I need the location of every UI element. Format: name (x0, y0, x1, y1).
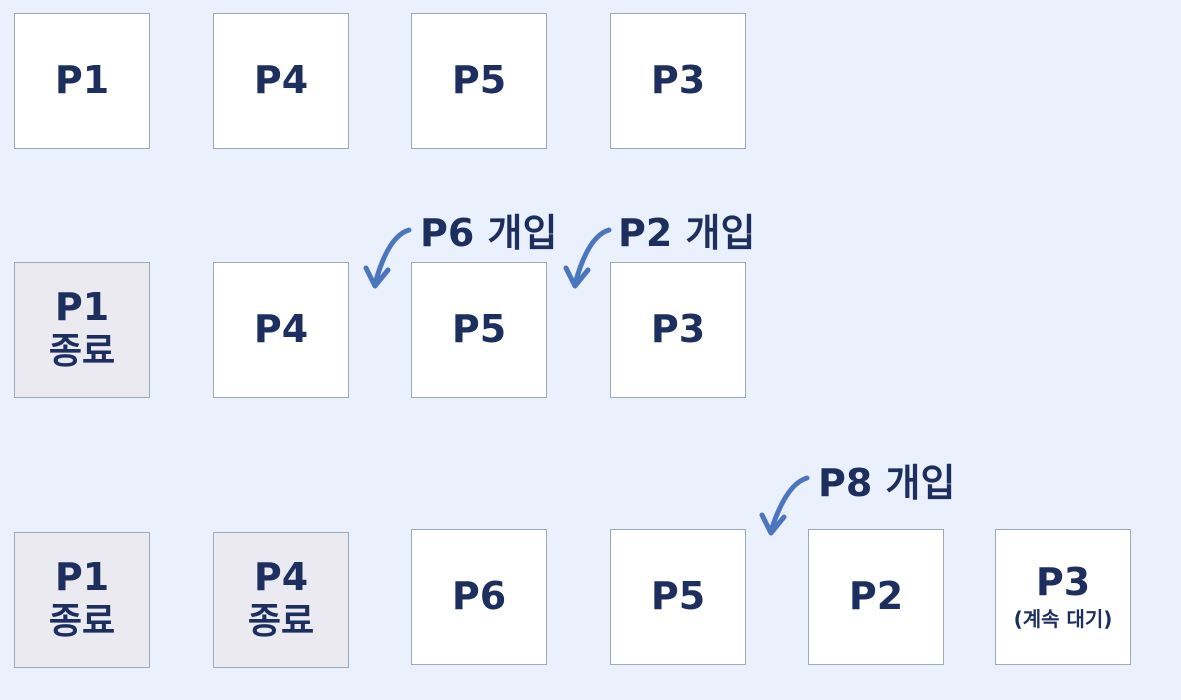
insertion-arrows (363, 227, 810, 536)
